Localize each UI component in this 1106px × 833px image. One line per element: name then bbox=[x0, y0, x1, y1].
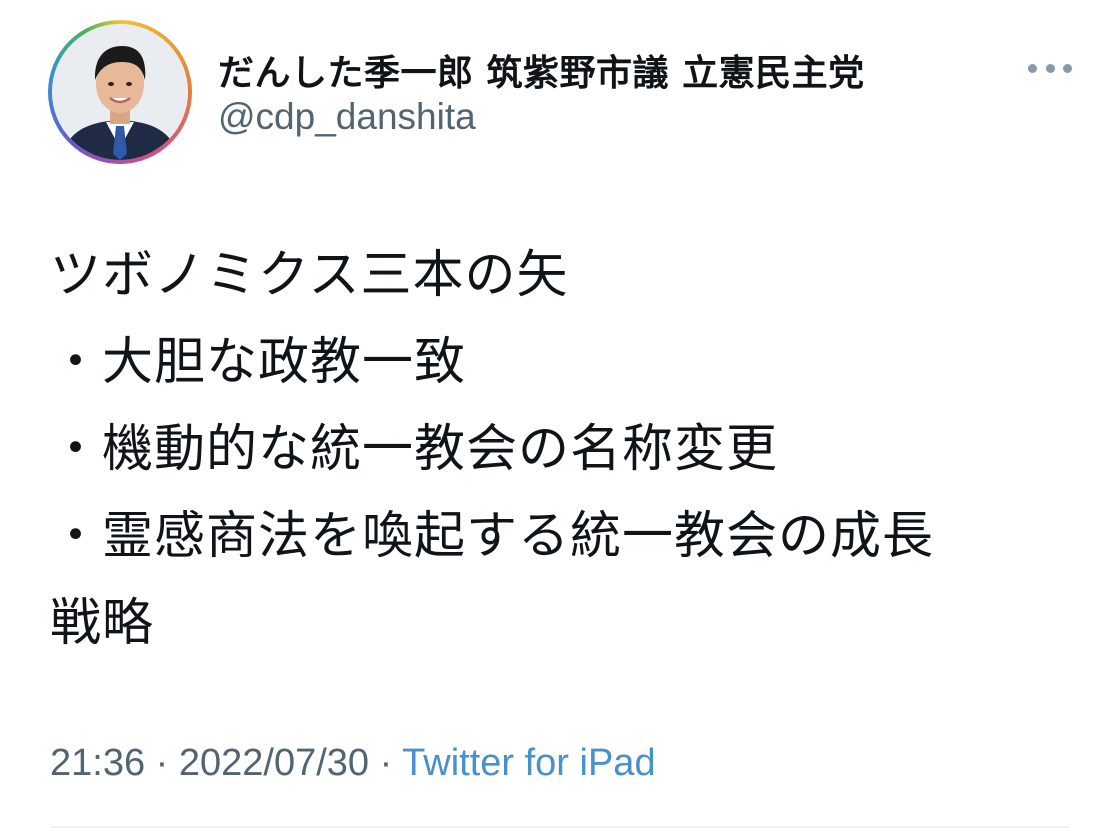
meta-separator: · bbox=[379, 742, 393, 784]
tweet-line: ツボノミクス三本の矢 bbox=[50, 246, 569, 305]
tweet-line: ・大胆な政教一致 bbox=[50, 333, 467, 392]
divider bbox=[50, 826, 1070, 828]
profile-photo-icon bbox=[52, 24, 188, 160]
tweet-line: ・霊感商法を喚起する統一教会の成長 bbox=[50, 507, 935, 566]
tweet-line: ・機動的な統一教会の名称変更 bbox=[50, 420, 779, 479]
tweet-line: 戦略 bbox=[50, 594, 155, 653]
tweet-meta: 21:36 · 2022/07/30 · Twitter for iPad bbox=[50, 742, 656, 785]
display-name[interactable]: だんした季一郎 筑紫野市議 立憲民主党 bbox=[218, 44, 865, 96]
more-options-icon[interactable] bbox=[1028, 60, 1072, 76]
user-handle[interactable]: @cdp_danshita bbox=[218, 96, 476, 138]
tweet-card: だんした季一郎 筑紫野市議 立憲民主党 @cdp_danshita ツボノミクス… bbox=[0, 0, 1106, 833]
more-dot bbox=[1045, 63, 1055, 73]
more-dot bbox=[1063, 63, 1072, 73]
avatar-ring[interactable] bbox=[48, 20, 192, 164]
tweet-time[interactable]: 21:36 bbox=[50, 742, 145, 784]
tweet-source-link[interactable]: Twitter for iPad bbox=[402, 742, 655, 784]
tweet-text: ツボノミクス三本の矢 ・大胆な政教一致 ・機動的な統一教会の名称変更 ・霊感商法… bbox=[50, 232, 1060, 667]
meta-separator: · bbox=[155, 742, 169, 784]
tweet-date[interactable]: 2022/07/30 bbox=[179, 742, 369, 784]
avatar[interactable] bbox=[52, 24, 188, 160]
more-dot bbox=[1028, 63, 1037, 73]
